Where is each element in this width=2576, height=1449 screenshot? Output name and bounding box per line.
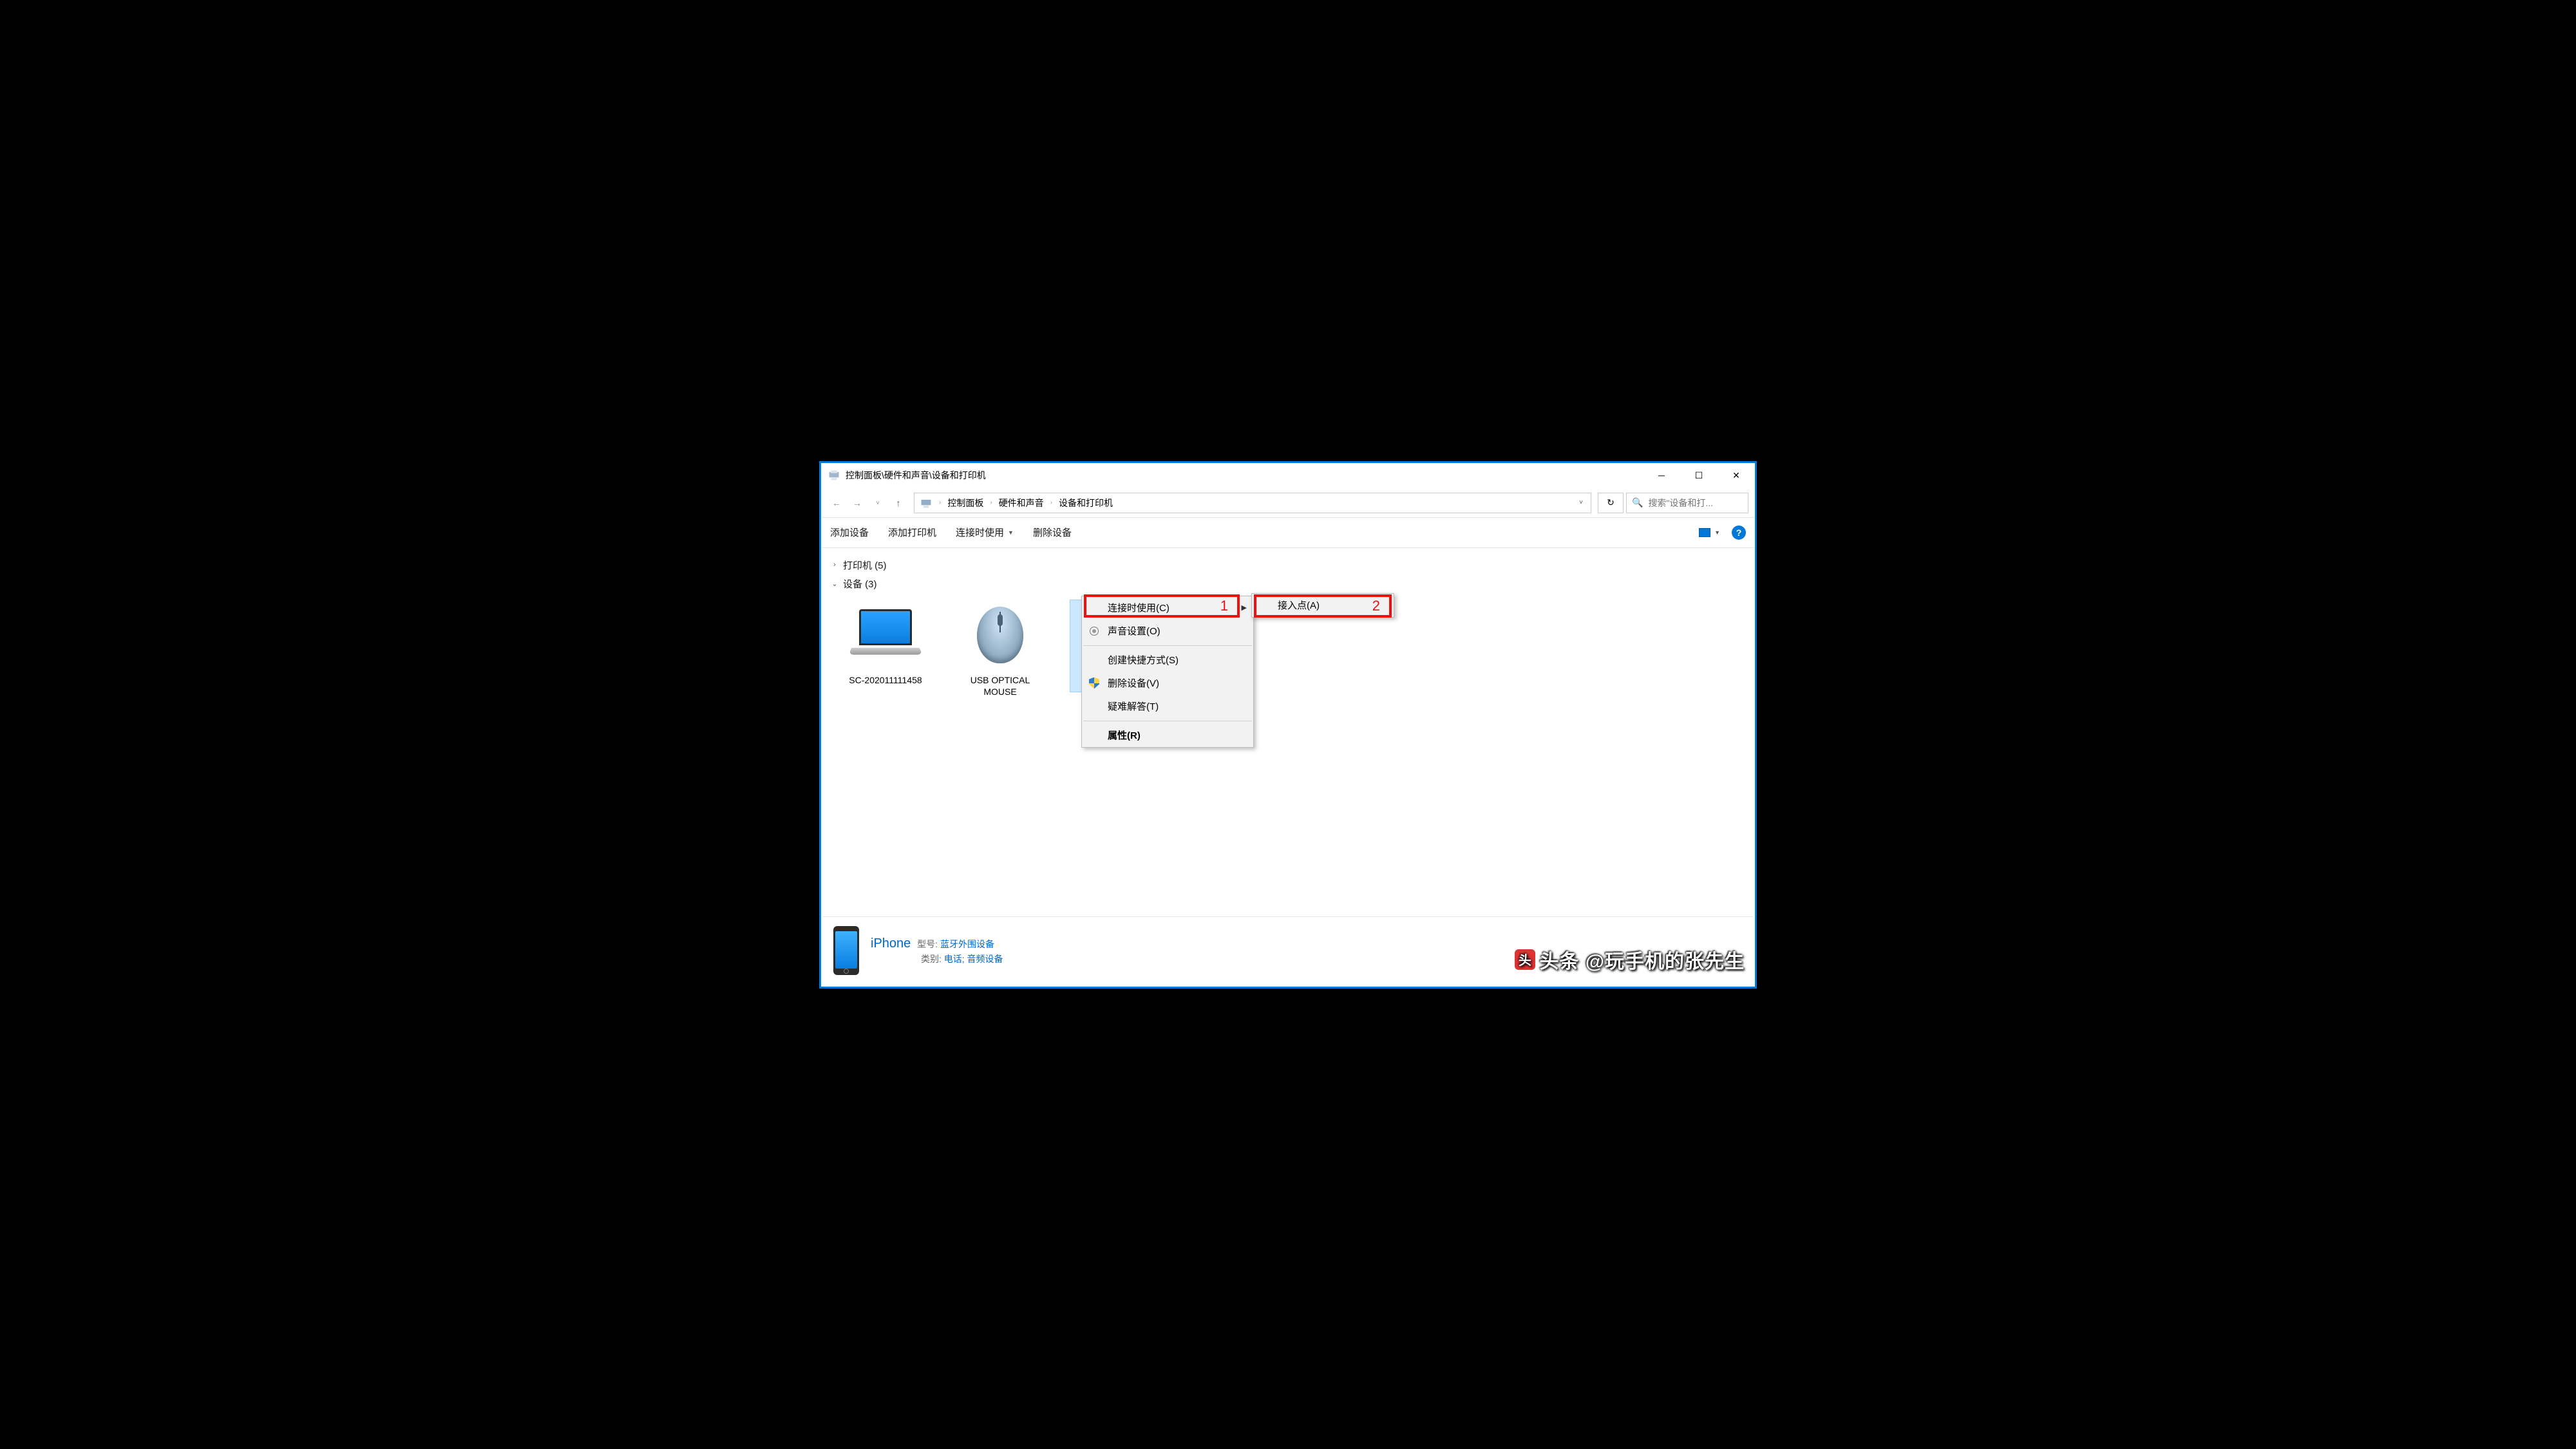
explorer-window: 控制面板\硬件和声音\设备和打印机 ─ ☐ ✕ ← → ˅ ↑ › 控制面板 ›… [819,461,1757,989]
breadcrumb-hardware-sound[interactable]: 硬件和声音 [996,495,1046,511]
group-devices-label: 设备 (3) [843,577,877,591]
menu-create-shortcut[interactable]: 创建快捷方式(S) [1082,649,1253,672]
toutiao-icon [1515,949,1535,970]
context-menu: 连接时使用(C) ▶ 声音设置(O) 创建快捷方式(S) 删除设备(V) 疑难解… [1081,596,1254,748]
device-label: SC-202011111458 [849,674,922,686]
view-icon [1699,528,1710,537]
submenu-access-point[interactable]: 接入点(A) [1252,594,1394,617]
forward-button[interactable]: → [848,494,866,512]
laptop-icon [850,609,921,661]
phone-icon [833,926,859,975]
chevron-right-icon[interactable]: › [987,499,994,506]
chevron-down-icon: ▼ [1714,529,1720,536]
submenu-arrow-icon: ▶ [1242,603,1247,612]
devices-printers-icon [828,469,840,482]
up-button[interactable]: ↑ [889,494,907,512]
details-category-value: 电话; 音频设备 [944,954,1003,964]
remove-device-button[interactable]: 删除设备 [1033,526,1072,539]
chevron-down-icon: ▼ [1008,529,1014,536]
add-printer-button[interactable]: 添加打印机 [888,526,936,539]
window-controls: ─ ☐ ✕ [1643,463,1755,488]
group-printers-label: 打印机 (5) [843,558,887,572]
breadcrumb-control-panel[interactable]: 控制面板 [945,495,986,511]
details-model-value: 蓝牙外围设备 [940,939,994,949]
refresh-button[interactable]: ↻ [1598,493,1624,513]
command-bar: 添加设备 添加打印机 连接时使用▼ 删除设备 ▼ ? [821,517,1755,548]
context-submenu: 接入点(A) [1251,593,1394,618]
details-meta: iPhone 型号: 蓝牙外围设备 类别: 电话; 音频设备 [871,935,1003,967]
details-device-name: iPhone [871,936,911,951]
search-icon: 🔍 [1632,497,1643,508]
title-bar: 控制面板\硬件和声音\设备和打印机 ─ ☐ ✕ [821,463,1755,489]
details-model-label: 型号: [917,939,938,949]
chevron-down-icon: ⌄ [830,580,839,588]
watermark-text: 头条 @玩手机的张先生 [1539,945,1745,974]
help-button[interactable]: ? [1732,526,1746,540]
mouse-icon [977,607,1023,663]
minimize-button[interactable]: ─ [1643,463,1680,488]
content-area: › 打印机 (5) ⌄ 设备 (3) SC-202011111458 USB O… [821,548,1755,916]
group-printers[interactable]: › 打印机 (5) [830,558,1746,572]
device-label: USB OPTICAL MOUSE [954,674,1046,697]
speaker-icon [1088,625,1100,637]
maximize-button[interactable]: ☐ [1680,463,1718,488]
menu-sound-settings[interactable]: 声音设置(O) [1082,620,1253,643]
back-button[interactable]: ← [828,494,846,512]
menu-connect-using[interactable]: 连接时使用(C) ▶ [1082,596,1253,620]
chevron-right-icon: › [830,561,839,569]
address-bar[interactable]: › 控制面板 › 硬件和声音 › 设备和打印机 ˅ [914,493,1591,513]
connect-using-button[interactable]: 连接时使用▼ [956,526,1014,539]
menu-properties[interactable]: 属性(R) [1082,724,1253,747]
chevron-right-icon[interactable]: › [936,499,943,506]
add-device-button[interactable]: 添加设备 [830,526,869,539]
device-item-laptop[interactable]: SC-202011111458 [839,600,932,697]
details-category-label: 类别: [921,954,942,964]
navigation-bar: ← → ˅ ↑ › 控制面板 › 硬件和声音 › 设备和打印机 ˅ ↻ 🔍 搜索… [821,489,1755,517]
search-box[interactable]: 🔍 搜索"设备和打... [1626,493,1748,513]
menu-separator [1083,645,1252,646]
shield-icon [1088,677,1100,689]
view-options-button[interactable]: ▼ [1699,528,1720,537]
group-devices[interactable]: ⌄ 设备 (3) [830,577,1746,591]
breadcrumb-devices-printers[interactable]: 设备和打印机 [1056,495,1115,511]
address-dropdown[interactable]: ˅ [1579,499,1588,506]
recent-dropdown[interactable]: ˅ [869,494,887,512]
search-placeholder: 搜索"设备和打... [1648,497,1713,509]
chevron-right-icon[interactable]: › [1048,499,1055,506]
watermark: 头条 @玩手机的张先生 [1515,945,1745,974]
menu-remove-device[interactable]: 删除设备(V) [1082,672,1253,695]
window-title: 控制面板\硬件和声音\设备和打印机 [846,469,986,482]
menu-troubleshoot[interactable]: 疑难解答(T) [1082,695,1253,718]
location-icon [920,497,933,509]
close-button[interactable]: ✕ [1718,463,1755,488]
device-item-mouse[interactable]: USB OPTICAL MOUSE [954,600,1046,697]
